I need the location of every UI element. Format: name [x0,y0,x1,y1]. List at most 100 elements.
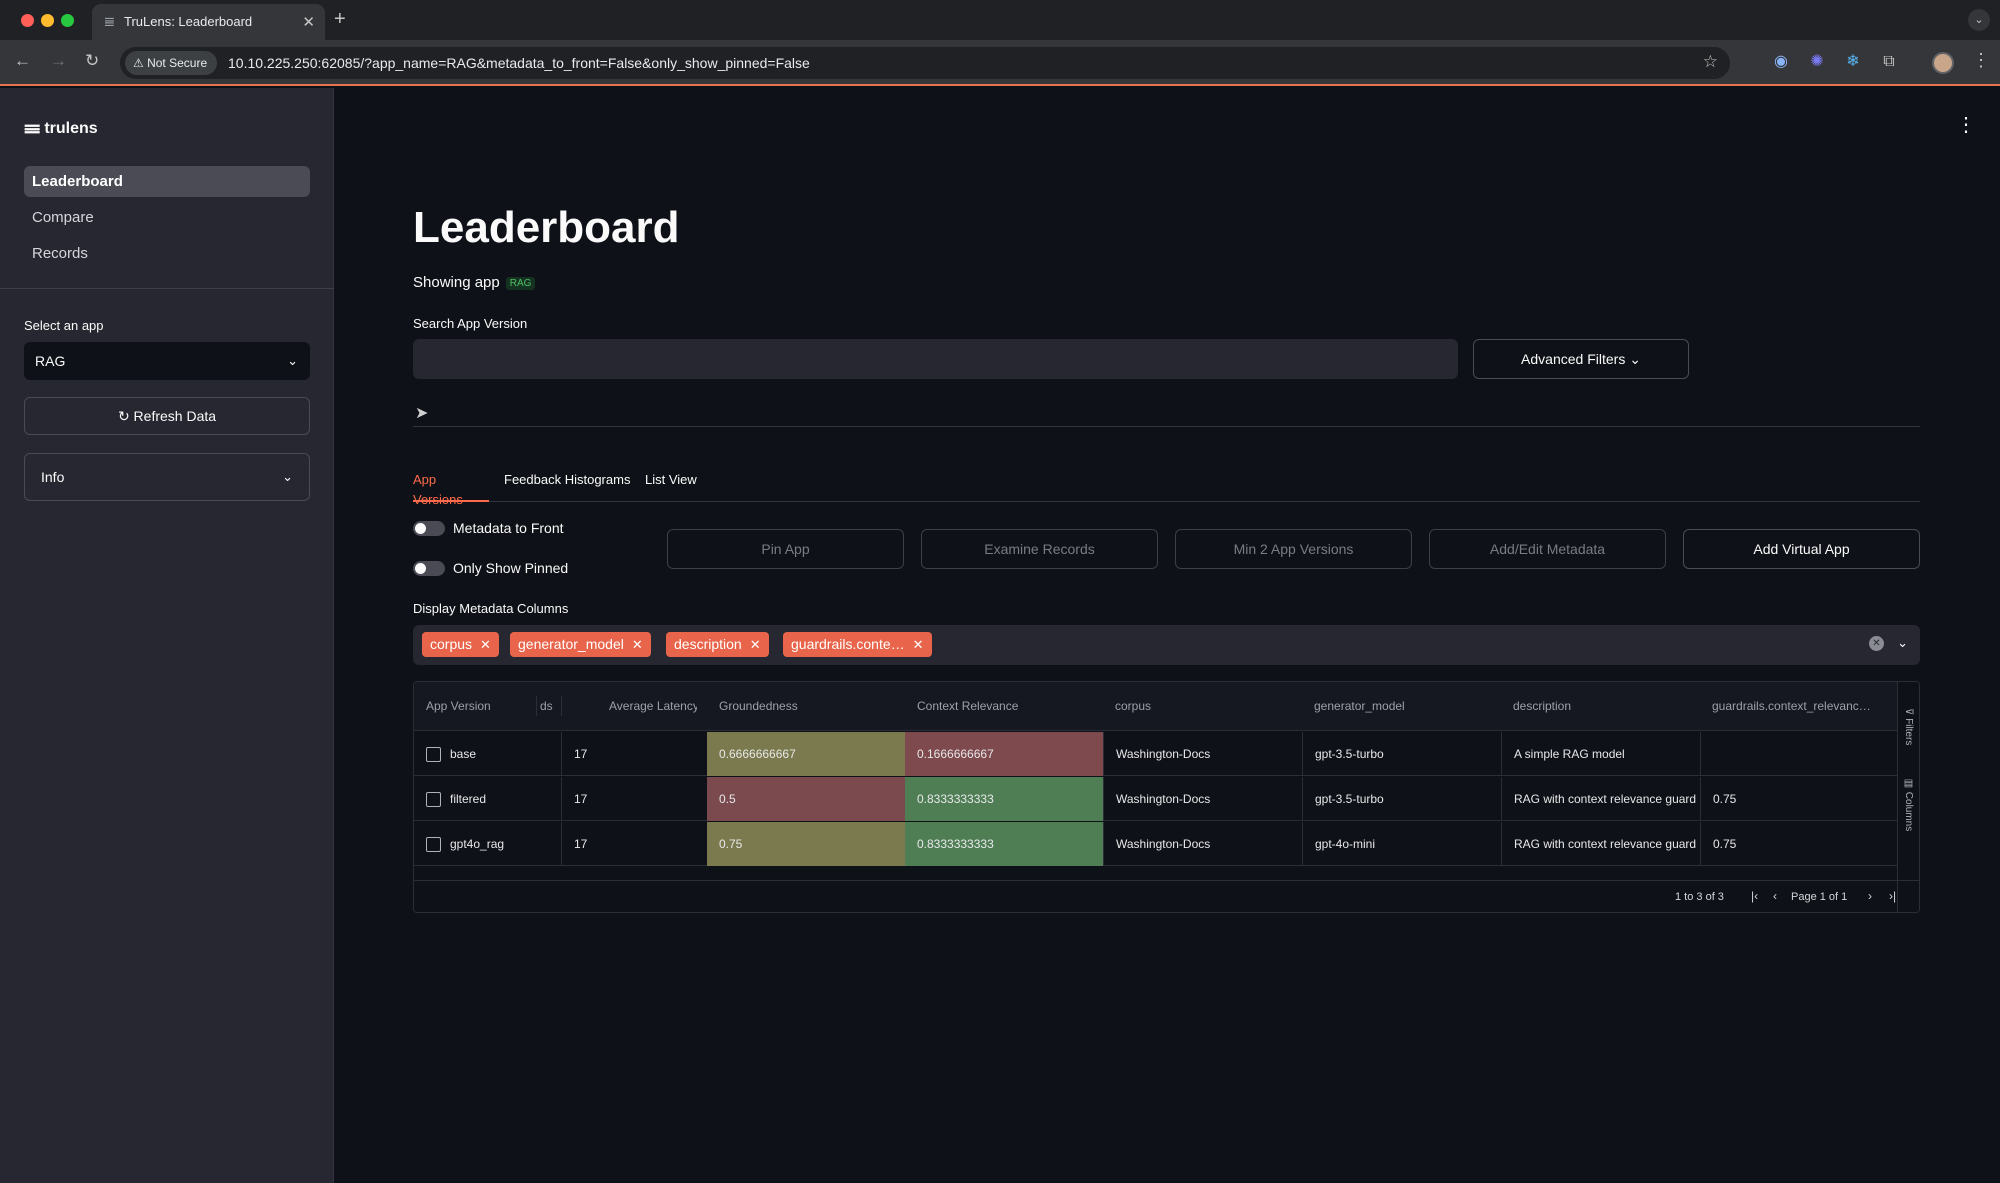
tab-search-icon[interactable]: ⌄ [1968,9,1990,31]
chip-remove-icon[interactable]: ✕ [480,637,491,652]
cell-corpus: Washington-Docs [1103,732,1301,776]
password-extension-icon[interactable]: ◉ [1771,52,1791,72]
only-show-pinned-toggle[interactable] [413,561,445,576]
cell-description: RAG with context relevance guard [1501,822,1699,866]
filters-panel-toggle[interactable]: ⊽ Filters [1903,708,1914,745]
column-header-records[interactable]: ds [540,699,560,713]
cell-groundedness: 0.6666666667 [707,732,905,776]
column-header-groundedness[interactable]: Groundedness [719,699,899,713]
chip-label: guardrails.conte… [791,636,905,652]
grid-pagination: 1 to 3 of 3 |‹ ‹ Page 1 of 1 › ›| [414,880,1919,912]
showing-prefix: Showing app [413,274,500,291]
bookmark-star-icon[interactable]: ☆ [1703,52,1718,72]
nav-compare[interactable]: Compare [24,202,310,233]
column-header-description[interactable]: description [1513,699,1693,713]
address-bar[interactable]: ⚠ Not Secure 10.10.225.250:62085/?app_na… [120,47,1730,79]
url-text[interactable]: 10.10.225.250:62085/?app_name=RAG&metada… [228,55,810,71]
pin-app-button[interactable]: Pin App [667,529,904,569]
maximize-window-button[interactable] [61,14,74,27]
column-header-corpus[interactable]: corpus [1115,699,1295,713]
new-tab-icon[interactable]: + [334,8,346,31]
clear-all-icon[interactable]: ✕ [1869,636,1884,651]
advanced-filters-button[interactable]: Advanced Filters ⌄ [1473,339,1689,379]
info-expander[interactable]: Info ⌄ [24,453,310,501]
chip-description[interactable]: description ✕ [666,632,769,657]
reload-icon[interactable]: ↻ [85,51,99,71]
metadata-to-front-label: Metadata to Front [453,520,564,536]
refresh-data-button[interactable]: ↻ Refresh Data [24,397,310,435]
tab-close-icon[interactable]: ✕ [302,13,315,31]
logo-text: trulens [44,120,98,137]
trulens-logo: 𝍢 trulens [24,112,98,146]
column-header-guardrails[interactable]: guardrails.context_relevanc… [1712,699,1892,713]
section-divider [413,426,1920,427]
extensions-puzzle-icon[interactable]: ⧉ [1879,52,1899,72]
last-page-icon[interactable]: ›| [1889,889,1896,903]
cell-groundedness: 0.5 [707,777,905,821]
security-label: Not Secure [147,56,208,70]
forward-icon[interactable]: → [50,51,67,71]
nav-leaderboard[interactable]: Leaderboard [24,166,310,197]
table-row[interactable]: base 17 0.6666666667 0.1666666667 Washin… [414,732,1898,776]
cell-generator-model: gpt-4o-mini [1302,822,1500,866]
nav-records[interactable]: Records [24,238,310,269]
column-separator[interactable] [561,696,562,716]
tab-app-versions[interactable]: App Versions [413,470,489,507]
column-separator[interactable] [536,696,537,716]
min-2-app-versions-button[interactable]: Min 2 App Versions [1175,529,1412,569]
tab-list-view[interactable]: List View [645,470,697,502]
info-label: Info [41,469,65,485]
chip-guardrails[interactable]: guardrails.conte… ✕ [783,632,932,657]
app-badge: RAG [505,276,536,290]
toggle-knob [415,563,426,574]
back-icon[interactable]: ← [14,51,31,71]
browser-tab[interactable]: 𝌆 TruLens: Leaderboard ✕ [92,4,325,40]
metadata-to-front-toggle[interactable] [413,521,445,536]
add-edit-metadata-button[interactable]: Add/Edit Metadata [1429,529,1666,569]
column-header-context-relevance[interactable]: Context Relevance [917,699,1097,713]
examine-records-button[interactable]: Examine Records [921,529,1158,569]
cell-app-version: filtered [450,792,487,806]
cell-guardrails: 0.75 [1700,822,1898,866]
browser-toolbar: ← → ↻ ⚠ Not Secure 10.10.225.250:62085/?… [0,40,2000,86]
chip-remove-icon[interactable]: ✕ [913,637,924,652]
first-page-icon[interactable]: |‹ [1751,889,1758,903]
sidebar-divider [0,288,334,289]
table-row[interactable]: filtered 17 0.5 0.8333333333 Washington-… [414,777,1898,821]
chip-remove-icon[interactable]: ✕ [632,637,643,652]
add-virtual-app-button[interactable]: Add Virtual App [1683,529,1920,569]
column-header-app-version[interactable]: App Version [426,699,536,713]
column-header-average-latency[interactable]: Average Latency [609,699,697,713]
extension-icon[interactable]: ✺ [1807,52,1827,72]
tab-feedback-histograms[interactable]: Feedback Histograms [504,470,630,502]
chevron-down-icon: ⌄ [282,469,293,484]
chip-label: corpus [430,636,473,652]
cell-corpus: Washington-Docs [1103,777,1301,821]
page-indicator: Page 1 of 1 [1791,891,1848,903]
columns-panel-toggle[interactable]: ▤ Columns [1903,778,1914,831]
minimize-window-button[interactable] [41,14,54,27]
chip-remove-icon[interactable]: ✕ [750,637,761,652]
next-page-icon[interactable]: › [1868,889,1872,903]
app-select[interactable]: RAG ⌄ [24,342,310,380]
security-indicator[interactable]: ⚠ Not Secure [125,51,218,75]
chip-corpus[interactable]: corpus ✕ [422,632,499,657]
profile-avatar[interactable] [1932,52,1954,74]
chevron-down-icon[interactable]: ⌄ [1897,635,1908,651]
search-app-version-input[interactable] [413,339,1458,379]
main-menu-icon[interactable]: ⋮ [1956,112,1976,137]
column-header-generator-model[interactable]: generator_model [1314,699,1494,713]
table-row[interactable]: gpt4o_rag 17 0.75 0.8333333333 Washingto… [414,822,1898,866]
display-metadata-label: Display Metadata Columns [413,601,569,616]
chip-generator-model[interactable]: generator_model ✕ [510,632,651,657]
previous-page-icon[interactable]: ‹ [1773,889,1777,903]
snowflake-extension-icon[interactable]: ❄ [1843,52,1863,72]
browser-menu-icon[interactable]: ⋮ [1972,50,1990,71]
page-title: Leaderboard [413,203,680,252]
cell-context-relevance: 0.8333333333 [905,822,1103,866]
cell-description: A simple RAG model [1501,732,1699,776]
sidebar: 𝍢 trulens Leaderboard Compare Records Sel… [0,88,334,1183]
close-window-button[interactable] [21,14,34,27]
chip-label: description [674,636,742,652]
metadata-columns-multiselect[interactable]: corpus ✕ generator_model ✕ description ✕ gu… [413,625,1920,665]
